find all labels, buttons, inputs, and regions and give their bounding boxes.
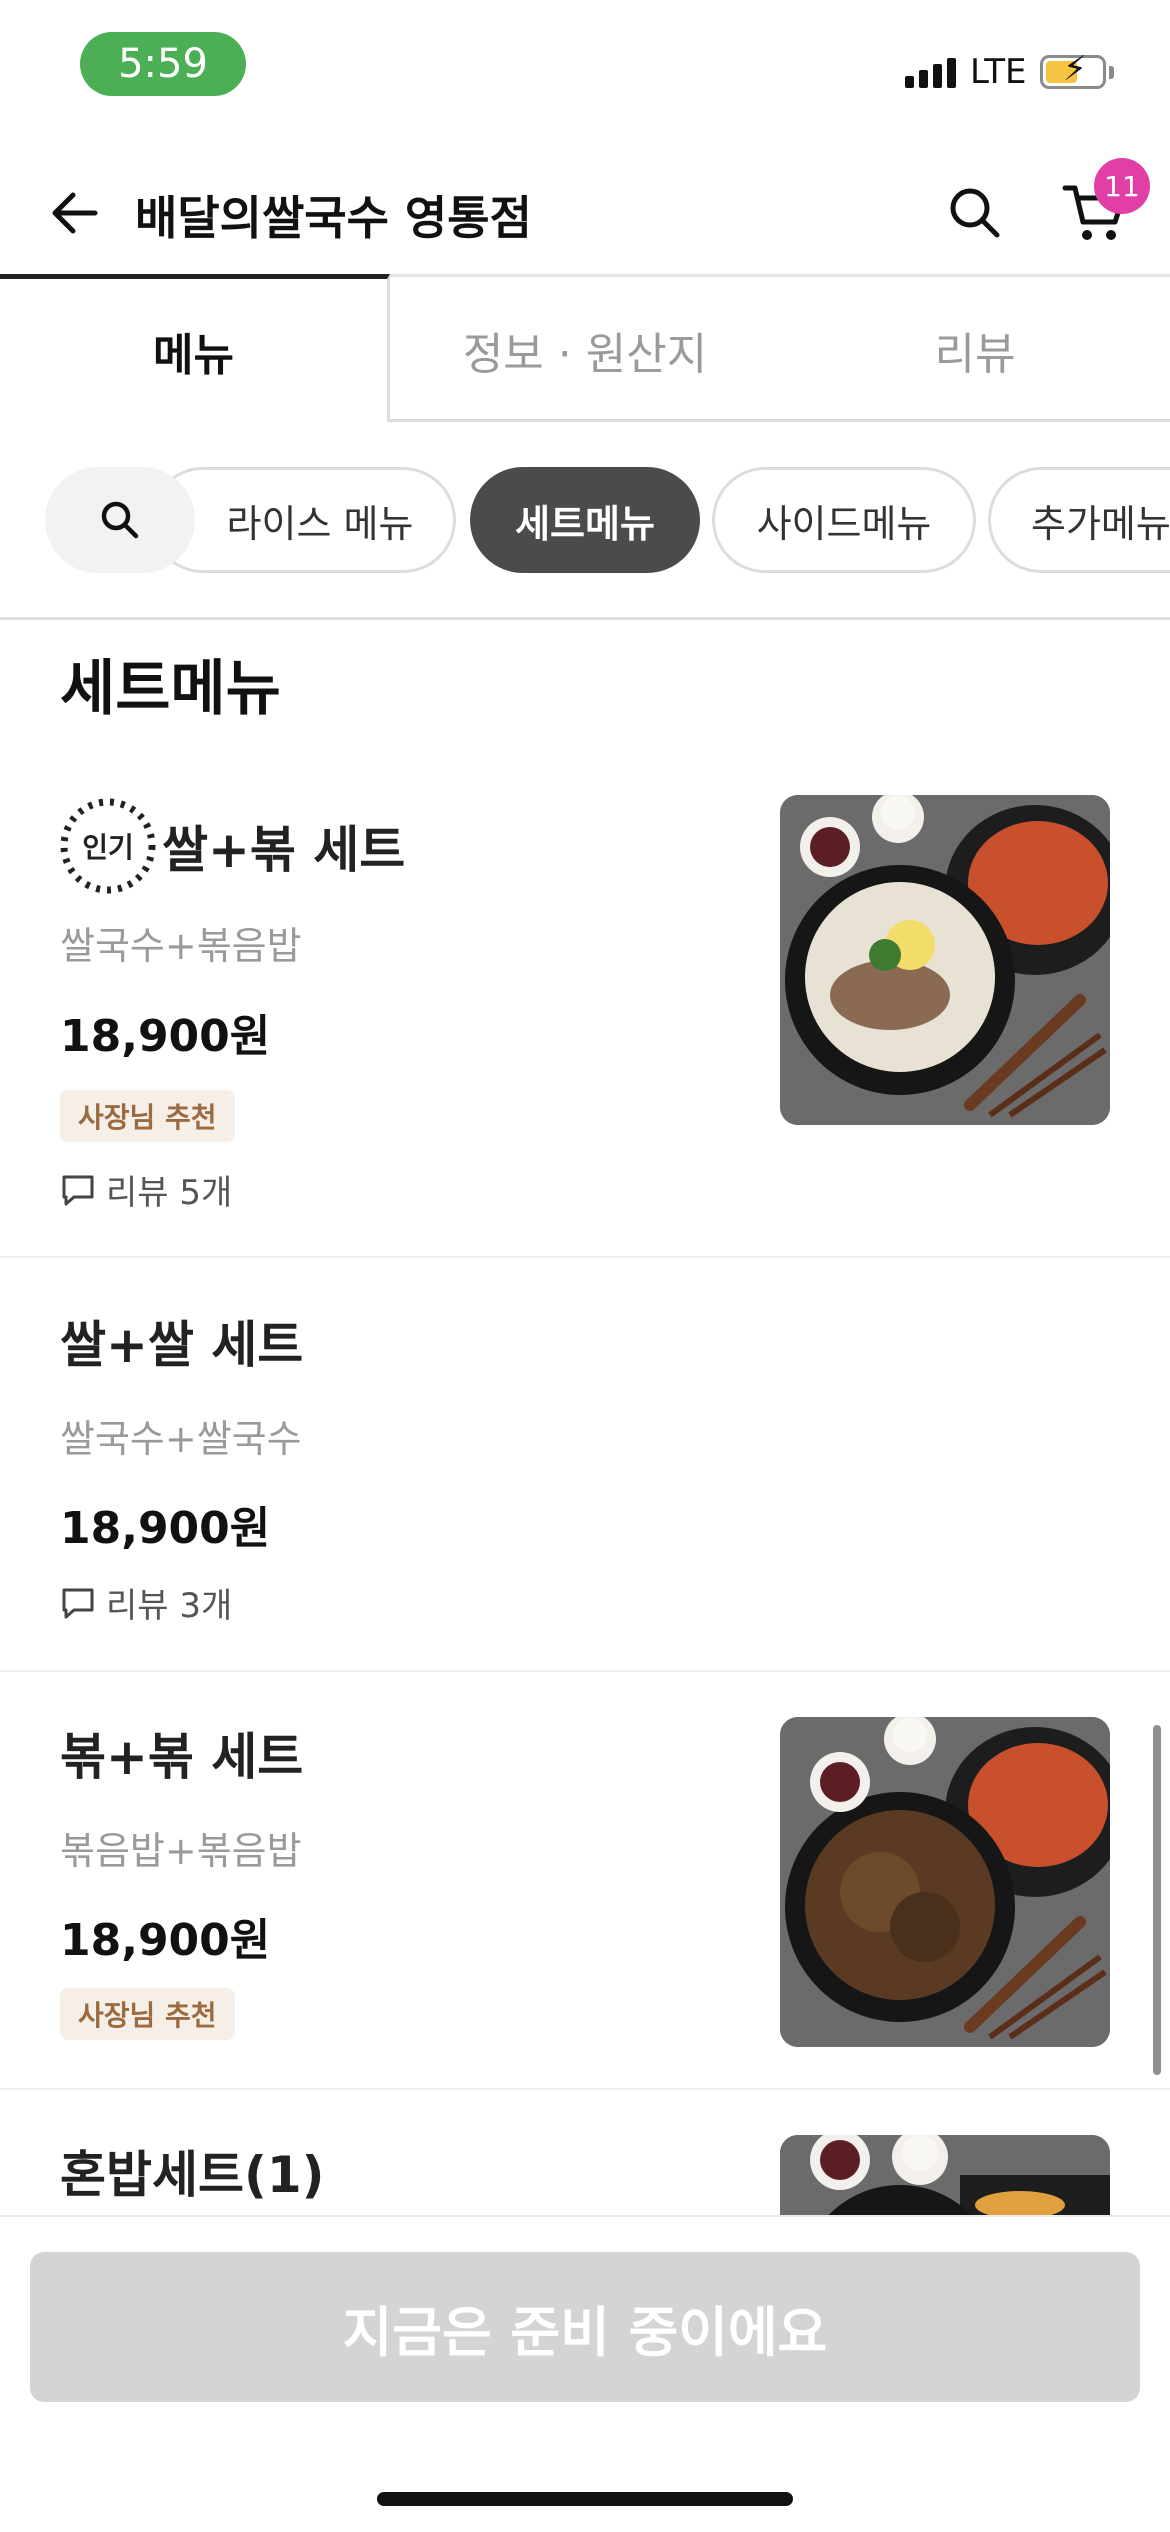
owner-recommend-badge: 사장님 추천	[60, 1090, 235, 1142]
tab-reviews[interactable]: 리뷰	[780, 274, 1170, 422]
section-title: 세트메뉴	[60, 654, 281, 724]
arrow-left-icon	[52, 192, 98, 234]
popular-badge-icon: 인기	[60, 798, 156, 894]
search-icon	[101, 501, 139, 539]
review-count-text: 리뷰 5개	[106, 1173, 233, 1213]
battery-icon: ⚡	[1040, 52, 1106, 89]
item-price: 18,900원	[60, 1503, 271, 1554]
item-description: 쌀국수+볶음밥	[60, 924, 302, 968]
tab-bar: 메뉴 정보 · 원산지 리뷰	[0, 274, 1170, 422]
network-label: LTE	[970, 52, 1027, 92]
home-indicator	[377, 2492, 793, 2506]
status-bar: 5:59 LTE ⚡	[0, 0, 1170, 140]
menu-search-button[interactable]	[45, 467, 195, 573]
status-time: 5:59	[80, 32, 246, 96]
item-name: 혼밥세트(1)	[60, 2146, 325, 2204]
menu-item[interactable]: 쌀+쌀 세트 쌀국수+쌀국수 18,900원 리뷰 3개	[0, 1260, 1170, 1672]
item-description: 쌀국수+쌀국수	[60, 1417, 302, 1461]
menu-item[interactable]: 혼밥세트(1)	[0, 2090, 1170, 2220]
item-photo	[780, 2135, 1110, 2220]
food-photo	[780, 2135, 1110, 2220]
item-photo	[780, 1717, 1110, 2047]
scrollbar[interactable]	[1153, 1725, 1161, 2075]
header: 배달의쌀국수 영통점	[0, 150, 1170, 275]
owner-recommend-badge: 사장님 추천	[60, 1988, 235, 2040]
store-name: 배달의쌀국수 영통점	[135, 191, 532, 245]
popular-label: 인기	[82, 831, 134, 864]
review-count-text: 리뷰 3개	[106, 1586, 233, 1626]
review-count: 리뷰 5개	[60, 1165, 232, 1214]
signal-icon	[905, 58, 956, 88]
chip-rice-menu[interactable]: 라이스 메뉴	[150, 467, 456, 573]
order-button-disabled[interactable]: 지금은 준비 중이에요	[30, 2252, 1140, 2402]
menu-item[interactable]: 인기 쌀+볶 세트 쌀국수+볶음밥 18,900원 사장님 추천 리뷰 5개	[0, 760, 1170, 1258]
item-description: 볶음밥+볶음밥	[60, 1829, 302, 1873]
menu-item[interactable]: 볶+볶 세트 볶음밥+볶음밥 18,900원 사장님 추천	[0, 1672, 1170, 2090]
back-button[interactable]	[40, 178, 110, 248]
food-photo	[780, 795, 1110, 1125]
item-name: 볶+볶 세트	[60, 1728, 304, 1786]
search-button[interactable]	[940, 178, 1010, 248]
item-price: 18,900원	[60, 1915, 271, 1966]
chip-extra-menu[interactable]: 추가메뉴	[988, 467, 1170, 573]
search-icon	[950, 188, 1000, 238]
divider	[0, 617, 1170, 620]
tab-menu[interactable]: 메뉴	[0, 274, 390, 422]
speech-bubble-icon	[62, 1588, 94, 1618]
speech-bubble-icon	[62, 1175, 94, 1205]
chip-side-menu[interactable]: 사이드메뉴	[712, 467, 976, 573]
item-name: 쌀+쌀 세트	[60, 1316, 304, 1374]
item-name-row: 인기 쌀+볶 세트	[60, 798, 405, 894]
item-name: 쌀+볶 세트	[162, 821, 406, 879]
tab-info-origin[interactable]: 정보 · 원산지	[390, 274, 780, 422]
chip-set-menu[interactable]: 세트메뉴	[470, 467, 700, 573]
food-photo	[780, 1717, 1110, 2047]
cart-count-badge: 11	[1094, 158, 1150, 214]
review-count: 리뷰 3개	[60, 1578, 232, 1627]
bottom-action-bar: 지금은 준비 중이에요	[0, 2215, 1170, 2532]
item-price: 18,900원	[60, 1011, 271, 1062]
item-photo	[780, 795, 1110, 1125]
battery-tip	[1109, 66, 1114, 79]
category-chips: 라이스 메뉴 세트메뉴 사이드메뉴 추가메뉴	[0, 465, 1170, 575]
